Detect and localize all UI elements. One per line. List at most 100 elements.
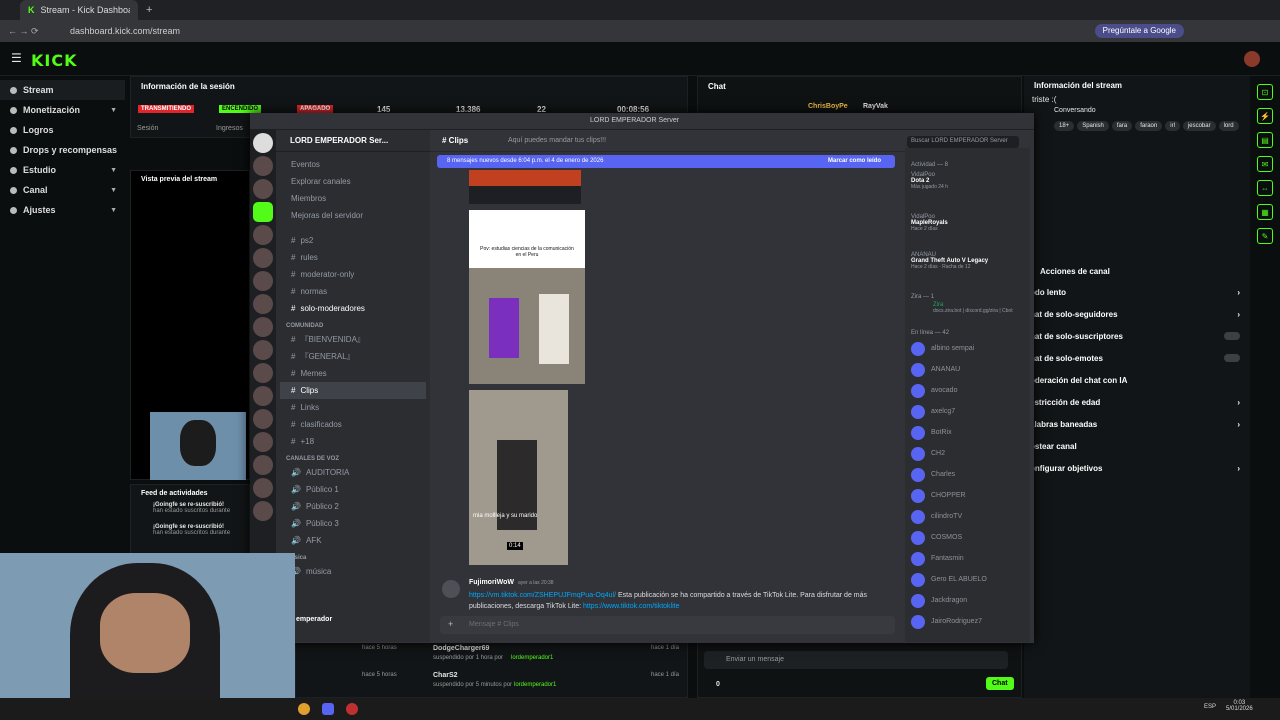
- action-slow-mode[interactable]: odo lento ›: [1024, 281, 1250, 303]
- game-activity[interactable]: VidalPoo Dota 2 Más jugado 24 h: [905, 172, 1030, 214]
- category-label[interactable]: COMUNIDAD: [276, 317, 430, 331]
- member-item[interactable]: CH2: [905, 443, 1030, 464]
- channel-item[interactable]: # rules: [276, 249, 430, 266]
- voice-channel[interactable]: 🔊 Público 1: [276, 481, 430, 498]
- avatar[interactable]: [442, 580, 460, 598]
- menu-icon[interactable]: ☰: [11, 51, 22, 65]
- message-compose-input[interactable]: + Mensaje # Clips: [440, 616, 895, 634]
- rail-button[interactable]: ⊡: [1257, 84, 1273, 100]
- action-host-channel[interactable]: ostear canal: [1024, 435, 1250, 457]
- url-text[interactable]: dashboard.kick.com/stream: [70, 26, 180, 36]
- sidebar-item-stream[interactable]: Stream: [0, 80, 125, 100]
- discord-icon[interactable]: [322, 703, 334, 715]
- video-player[interactable]: mia mollleja y su marido 0:14: [469, 390, 568, 565]
- server-icon[interactable]: [253, 455, 273, 475]
- member-item[interactable]: Gero EL ABUELO: [905, 569, 1030, 590]
- member-item[interactable]: JairoRodriguez7: [905, 611, 1030, 632]
- ask-google-button[interactable]: Pregúntale a Google: [1094, 24, 1184, 38]
- member-item[interactable]: Charles: [905, 464, 1030, 485]
- menu-item[interactable]: Miembros: [276, 190, 430, 207]
- member-item[interactable]: Fantasmin: [905, 548, 1030, 569]
- sidebar-item-drops[interactable]: Drops y recompensas: [0, 140, 125, 160]
- category-label[interactable]: CANALES DE VOZ: [276, 450, 430, 464]
- voice-channel[interactable]: 🔊 Público 3: [276, 515, 430, 532]
- channel-item[interactable]: # 『BIENVENIDA』: [276, 331, 430, 348]
- user-name[interactable]: emperador: [296, 616, 332, 623]
- action-configure-goals[interactable]: onfigurar objetivos ›: [1024, 457, 1250, 479]
- sidebar-item-ajustes[interactable]: Ajustes ▼: [0, 200, 125, 220]
- channel-item[interactable]: # ps2: [276, 232, 430, 249]
- address-bar[interactable]: ← → ⟳ dashboard.kick.com/stream Pregúnta…: [0, 20, 1280, 42]
- message-link[interactable]: https://vm.tiktok.com/ZSHEPUJFmqPua-Oq4u…: [469, 592, 616, 599]
- server-icon[interactable]: [253, 248, 273, 268]
- rail-button[interactable]: ⇔: [1257, 180, 1273, 196]
- member-item[interactable]: axelcg7: [905, 401, 1030, 422]
- voice-channel[interactable]: 🔊 música: [276, 563, 430, 580]
- member-item[interactable]: albino sempai: [905, 338, 1030, 359]
- menu-item[interactable]: Explorar canales: [276, 173, 430, 190]
- server-icon[interactable]: [253, 432, 273, 452]
- message-author[interactable]: FujimoriWoW: [469, 579, 514, 586]
- server-icon[interactable]: [253, 363, 273, 383]
- server-icon[interactable]: [253, 294, 273, 314]
- mark-read-button[interactable]: Marcar como leído: [828, 158, 881, 164]
- server-icon[interactable]: [253, 501, 273, 521]
- server-icon[interactable]: [253, 202, 273, 222]
- action-banned-words[interactable]: alabras baneadas ›: [1024, 413, 1250, 435]
- channel-item[interactable]: # Links: [276, 399, 430, 416]
- server-icon[interactable]: [253, 225, 273, 245]
- voice-channel[interactable]: 🔊 Público 2: [276, 498, 430, 515]
- nav-icons[interactable]: ← → ⟳: [8, 26, 39, 37]
- channel-item[interactable]: # normas: [276, 283, 430, 300]
- sidebar-item-logros[interactable]: Logros: [0, 120, 125, 140]
- avatar[interactable]: [1244, 51, 1260, 67]
- member-item[interactable]: avocado: [905, 380, 1030, 401]
- chat-user[interactable]: RayVak: [863, 103, 888, 110]
- member-item[interactable]: Jackdragon: [905, 590, 1030, 611]
- member-item[interactable]: cilindroTV: [905, 506, 1030, 527]
- channel-item[interactable]: # 『GENERAL』: [276, 348, 430, 365]
- row-user[interactable]: CharS2: [433, 672, 458, 679]
- clock[interactable]: 0:03 5/01/2026: [1226, 700, 1253, 712]
- member-item[interactable]: BotRix: [905, 422, 1030, 443]
- browser-tab[interactable]: K Stream - Kick Dashboard: [20, 0, 138, 20]
- message-link[interactable]: https://www.tiktok.com/tiktoklite: [583, 603, 679, 610]
- server-icon[interactable]: [253, 156, 273, 176]
- member-item[interactable]: ANANAU: [905, 359, 1030, 380]
- server-icon[interactable]: [253, 386, 273, 406]
- search-input[interactable]: Buscar LORD EMPERADOR Server: [907, 136, 1019, 148]
- server-icon[interactable]: [253, 409, 273, 429]
- server-name[interactable]: LORD EMPERADOR Ser...: [276, 130, 430, 152]
- channel-item[interactable]: # Memes: [276, 365, 430, 382]
- member-item[interactable]: COSMOS: [905, 527, 1030, 548]
- server-icon[interactable]: [253, 133, 273, 153]
- voice-channel[interactable]: 🔊 AUDITORIA: [276, 464, 430, 481]
- action-subscribers-only[interactable]: hat de solo-suscriptores: [1024, 325, 1250, 347]
- rail-button[interactable]: ▦: [1257, 204, 1273, 220]
- kick-logo[interactable]: KICK: [31, 51, 78, 70]
- send-chat-button[interactable]: Chat: [986, 677, 1014, 690]
- obs-icon[interactable]: [346, 703, 358, 715]
- server-icon[interactable]: [253, 271, 273, 291]
- rail-button[interactable]: ✎: [1257, 228, 1273, 244]
- menu-item[interactable]: Eventos: [276, 156, 430, 173]
- channel-item[interactable]: # solo-moderadores: [276, 300, 430, 317]
- video-embed[interactable]: Pov: estudias ciencias de la comunicació…: [469, 210, 585, 384]
- action-age-restriction[interactable]: estricción de edad ›: [1024, 391, 1250, 413]
- new-tab-icon[interactable]: +: [146, 4, 152, 16]
- voice-channel[interactable]: 🔊 AFK: [276, 532, 430, 549]
- action-ai-moderation[interactable]: oderación del chat con IA: [1024, 369, 1250, 391]
- sidebar-item-canal[interactable]: Canal ▼: [0, 180, 125, 200]
- row-moderator[interactable]: lordemperador1: [514, 682, 556, 688]
- action-emotes-only[interactable]: hat de solo-emotes: [1024, 347, 1250, 369]
- language-indicator[interactable]: ESP: [1204, 704, 1216, 710]
- action-followers-only[interactable]: hat de solo-seguidores ›: [1024, 303, 1250, 325]
- server-icon[interactable]: [253, 478, 273, 498]
- channel-item-selected[interactable]: # Clips: [280, 382, 426, 399]
- rail-button[interactable]: ⚡: [1257, 108, 1273, 124]
- row-user[interactable]: DodgeCharger69: [433, 645, 489, 652]
- channel-item[interactable]: # moderator-only: [276, 266, 430, 283]
- rail-button[interactable]: ▤: [1257, 132, 1273, 148]
- sidebar-item-monetizacion[interactable]: Monetización ▼: [0, 100, 125, 120]
- game-activity[interactable]: ANANAU Grand Theft Auto V Legacy Hace 2 dí…: [905, 252, 1030, 292]
